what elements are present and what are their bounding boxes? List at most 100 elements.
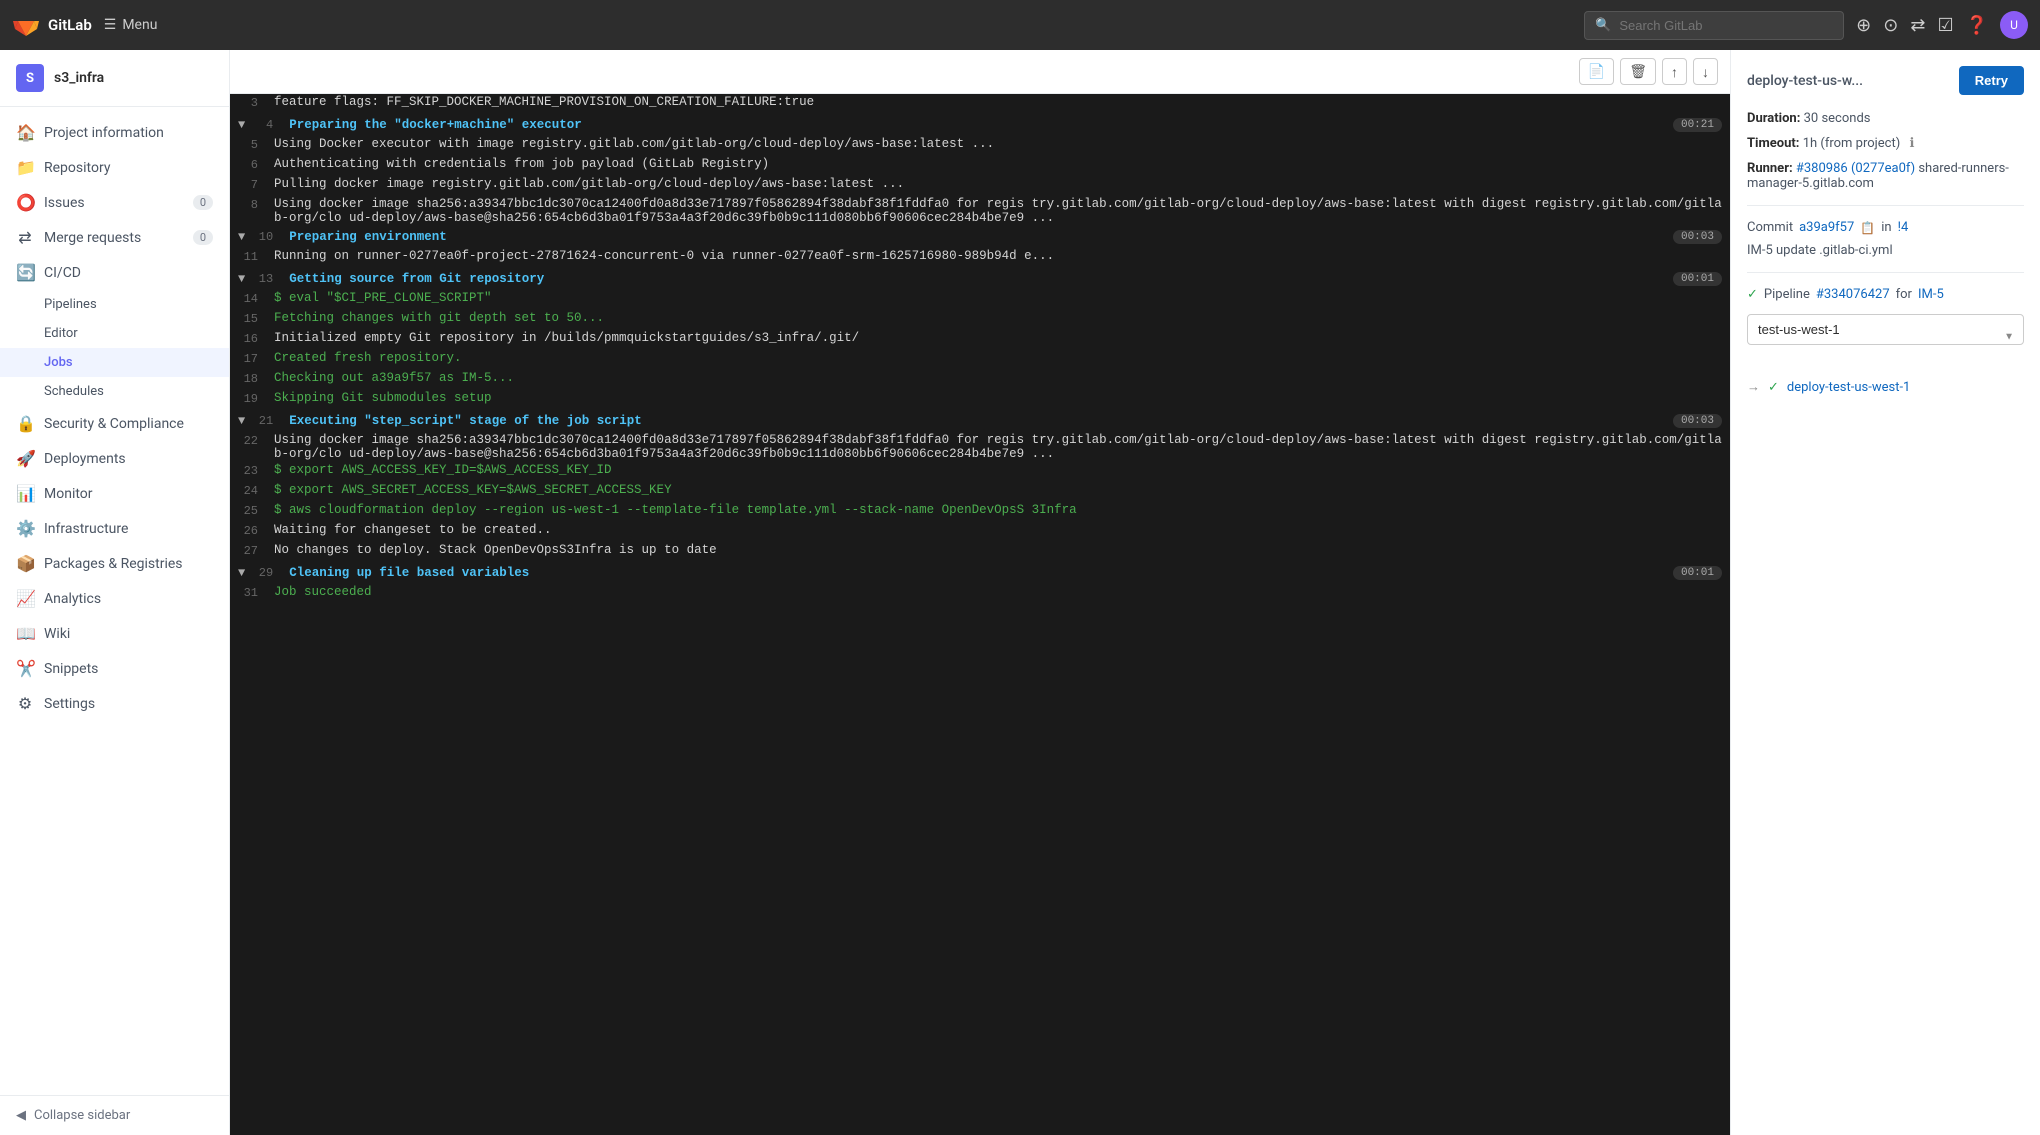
- section-line-number: 21: [253, 414, 289, 428]
- info-icon[interactable]: ℹ: [1910, 136, 1915, 151]
- line-number: 15: [238, 311, 274, 326]
- erase-log-button[interactable]: 🗑: [1620, 58, 1656, 85]
- menu-button[interactable]: ☰ Menu: [104, 17, 158, 33]
- log-line-content: Checking out a39a9f57 as IM-5...: [274, 371, 1722, 385]
- cicd-icon: 🔄: [16, 263, 34, 282]
- pipeline-branch-link[interactable]: IM-5: [1918, 287, 1944, 302]
- new-menu-icon[interactable]: ⊕: [1856, 15, 1871, 36]
- project-name: s3_infra: [54, 70, 104, 86]
- right-panel-header: deploy-test-us-w... Retry: [1747, 66, 2024, 95]
- issues-icon[interactable]: ⊙: [1883, 15, 1898, 36]
- log-line: 22 Using docker image sha256:a39347bbc1d…: [230, 432, 1730, 462]
- sidebar-item-wiki[interactable]: 📖 Wiki: [0, 616, 229, 651]
- sidebar-item-merge-requests[interactable]: ⇄ Merge requests 0: [0, 220, 229, 255]
- log-section-header[interactable]: ▼ 4 Preparing the "docker+machine" execu…: [230, 114, 1730, 136]
- runner-link[interactable]: #380986 (0277ea0f): [1796, 161, 1915, 176]
- avatar[interactable]: U: [2000, 11, 2028, 39]
- section-title: Getting source from Git repository: [289, 272, 1673, 286]
- collapse-sidebar-button[interactable]: ◀ Collapse sidebar: [0, 1095, 229, 1135]
- section-line-number: 29: [253, 566, 289, 580]
- job-link[interactable]: deploy-test-us-west-1: [1787, 380, 1910, 395]
- copy-icon[interactable]: 📋: [1860, 221, 1875, 235]
- raw-log-button[interactable]: 📄: [1579, 58, 1614, 85]
- brand[interactable]: GitLab: [12, 11, 92, 39]
- sidebar-item-pipelines[interactable]: Pipelines: [0, 290, 229, 319]
- sidebar-item-cicd[interactable]: 🔄 CI/CD: [0, 255, 229, 290]
- line-number: 5: [238, 137, 274, 152]
- log-line-content: $ aws cloudformation deploy --region us-…: [274, 503, 1722, 517]
- search-bar[interactable]: 🔍: [1584, 11, 1844, 40]
- todo-icon[interactable]: ☑: [1937, 15, 1953, 36]
- section-duration: 00:21: [1673, 118, 1722, 132]
- scroll-bottom-button[interactable]: ↓: [1693, 58, 1718, 85]
- divider: [1747, 272, 2024, 273]
- duration-row: Duration: 30 seconds: [1747, 111, 2024, 126]
- chevron-down-icon: ▼: [238, 272, 245, 286]
- sidebar-item-infrastructure[interactable]: ⚙️ Infrastructure: [0, 511, 229, 546]
- sidebar-item-schedules[interactable]: Schedules: [0, 377, 229, 406]
- sidebar-item-jobs[interactable]: Jobs: [0, 348, 229, 377]
- settings-icon: ⚙: [16, 694, 34, 713]
- sidebar-item-label: Security & Compliance: [44, 416, 184, 432]
- pipeline-stage-select[interactable]: test-us-west-1: [1747, 314, 2024, 345]
- line-number: 3: [238, 95, 274, 110]
- trash-icon: 🗑: [1629, 63, 1647, 79]
- log-line-content: Using Docker executor with image registr…: [274, 137, 1722, 151]
- pipeline-link[interactable]: #334076427: [1816, 287, 1890, 302]
- line-number: 24: [238, 483, 274, 498]
- sidebar-item-analytics[interactable]: 📈 Analytics: [0, 581, 229, 616]
- sidebar-item-security-compliance[interactable]: 🔒 Security & Compliance: [0, 406, 229, 441]
- line-number: 8: [238, 197, 274, 212]
- log-section-header[interactable]: ▼ 13 Getting source from Git repository …: [230, 268, 1730, 290]
- search-input[interactable]: [1619, 18, 1833, 33]
- help-icon[interactable]: ❓: [1966, 15, 1988, 36]
- commit-branch-link[interactable]: !4: [1898, 220, 1909, 235]
- sidebar-item-monitor[interactable]: 📊 Monitor: [0, 476, 229, 511]
- log-line: 3 feature flags: FF_SKIP_DOCKER_MACHINE_…: [230, 94, 1730, 114]
- sidebar-item-editor[interactable]: Editor: [0, 319, 229, 348]
- arrow-up-icon: ↑: [1671, 64, 1678, 80]
- issues-icon: ⭕: [16, 193, 34, 212]
- sidebar-item-packages-registries[interactable]: 📦 Packages & Registries: [0, 546, 229, 581]
- merge-requests-nav-icon[interactable]: ⇄: [1910, 15, 1925, 36]
- sidebar-item-label: Issues: [44, 195, 85, 211]
- log-line-content: No changes to deploy. Stack OpenDevOpsS3…: [274, 543, 1722, 557]
- navbar: GitLab ☰ Menu 🔍 ⊕ ⊙ ⇄ ☑ ❓ U: [0, 0, 2040, 50]
- section-title: Executing "step_script" stage of the job…: [289, 414, 1673, 428]
- log-line: 26 Waiting for changeset to be created..: [230, 522, 1730, 542]
- retry-button[interactable]: Retry: [1959, 66, 2024, 95]
- sidebar-item-label: Snippets: [44, 661, 98, 677]
- log-line: 5 Using Docker executor with image regis…: [230, 136, 1730, 156]
- log-toolbar: 📄 🗑 ↑ ↓: [230, 50, 1730, 94]
- log-section-header[interactable]: ▼ 29 Cleaning up file based variables 00…: [230, 562, 1730, 584]
- sidebar-item-project-information[interactable]: 🏠 Project information: [0, 115, 229, 150]
- sidebar-item-label: Project information: [44, 125, 164, 141]
- line-number: 22: [238, 433, 274, 448]
- log-line: 18 Checking out a39a9f57 as IM-5...: [230, 370, 1730, 390]
- section-title: Cleaning up file based variables: [289, 566, 1673, 580]
- wiki-icon: 📖: [16, 624, 34, 643]
- sidebar-item-label: CI/CD: [44, 265, 81, 281]
- sidebar-item-issues[interactable]: ⭕ Issues 0: [0, 185, 229, 220]
- section-title: Preparing the "docker+machine" executor: [289, 118, 1673, 132]
- sidebar-item-deployments[interactable]: 🚀 Deployments: [0, 441, 229, 476]
- log-section-header[interactable]: ▼ 21 Executing "step_script" stage of th…: [230, 410, 1730, 432]
- line-number: 23: [238, 463, 274, 478]
- sidebar-item-label: Packages & Registries: [44, 556, 183, 572]
- commit-hash-link[interactable]: a39a9f57: [1799, 220, 1854, 235]
- line-number: 18: [238, 371, 274, 386]
- scroll-top-button[interactable]: ↑: [1662, 58, 1687, 85]
- pipeline-success-icon: ✓: [1747, 287, 1758, 302]
- log-section-header[interactable]: ▼ 10 Preparing environment 00:03: [230, 226, 1730, 248]
- pipeline-label: Pipeline: [1764, 287, 1810, 302]
- sidebar-item-snippets[interactable]: ✂️ Snippets: [0, 651, 229, 686]
- line-number: 11: [238, 249, 274, 264]
- sidebar-item-repository[interactable]: 📁 Repository: [0, 150, 229, 185]
- line-number: 14: [238, 291, 274, 306]
- sidebar-item-label: Analytics: [44, 591, 101, 607]
- pipeline-select-wrapper: test-us-west-1: [1747, 314, 2024, 359]
- log-line-content: Fetching changes with git depth set to 5…: [274, 311, 1722, 325]
- sidebar-item-settings[interactable]: ⚙ Settings: [0, 686, 229, 721]
- log-line-content: Skipping Git submodules setup: [274, 391, 1722, 405]
- timeout-row: Timeout: 1h (from project) ℹ: [1747, 136, 2024, 151]
